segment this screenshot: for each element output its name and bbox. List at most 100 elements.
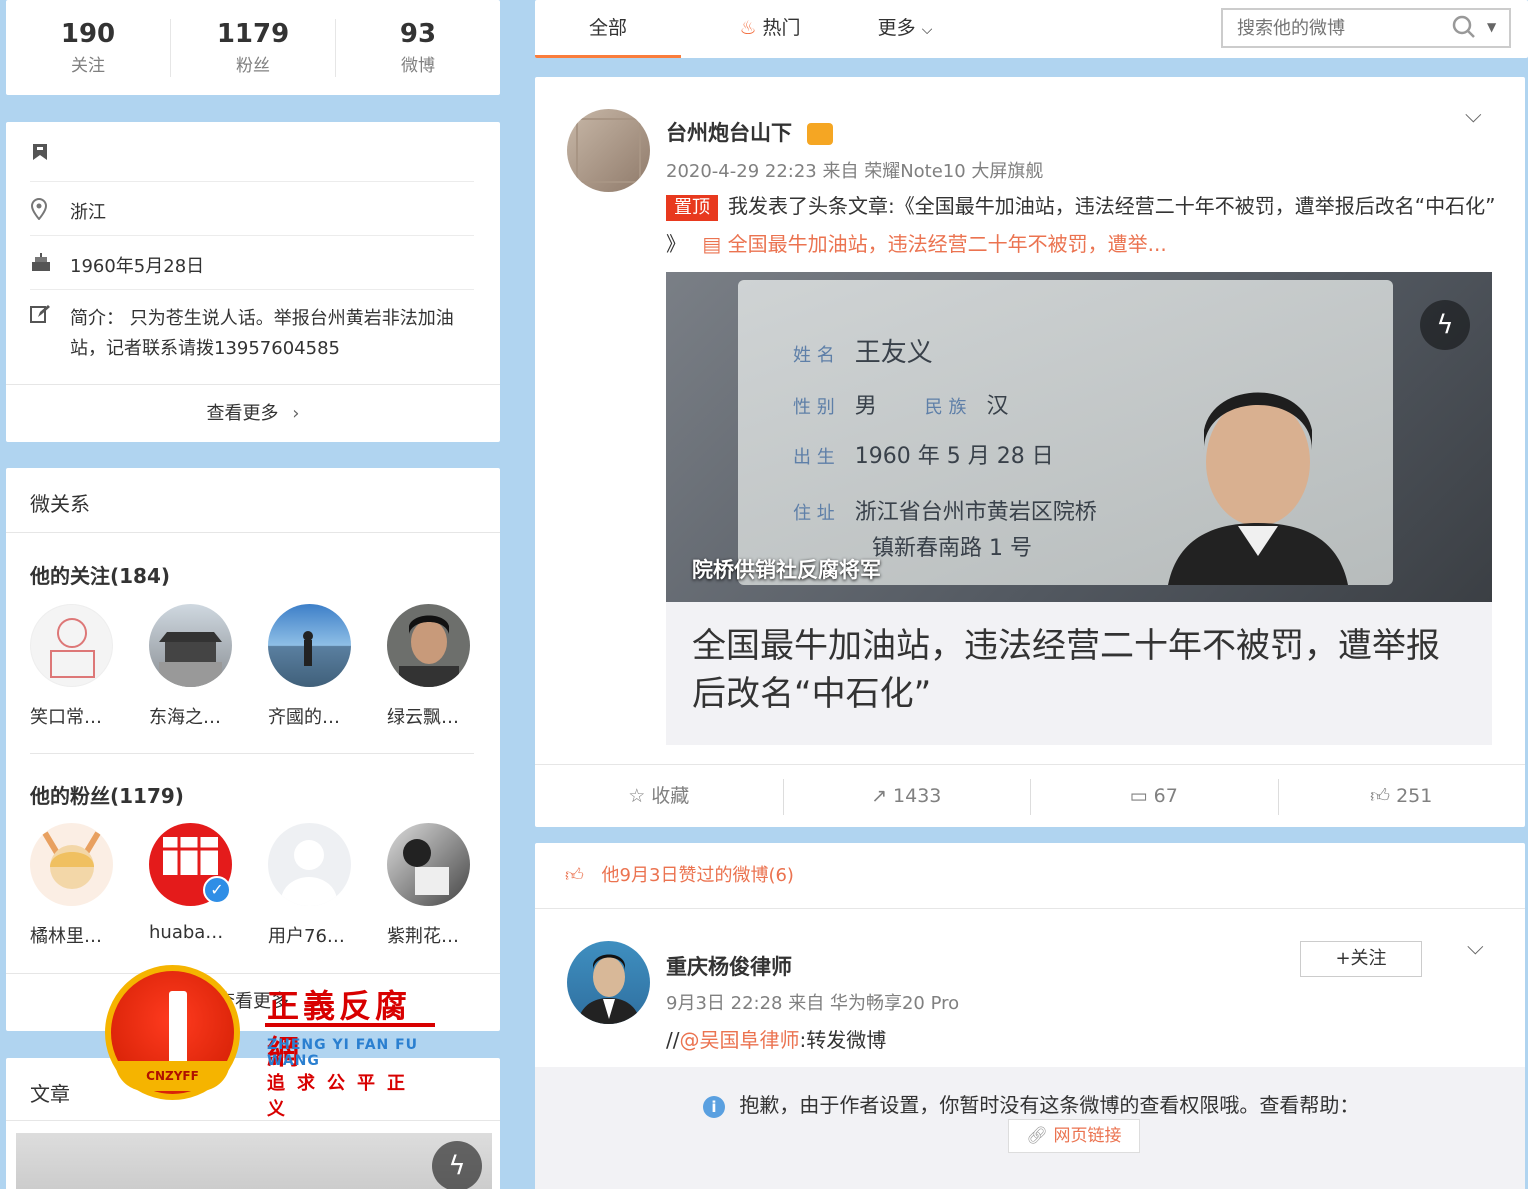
liked-posts-header[interactable]: 👍︎ 他9月3日赞过的微博(6) <box>535 843 1525 909</box>
user-name: 东海之… <box>149 707 221 728</box>
cake-icon <box>30 252 70 289</box>
user-name: 绿云飘… <box>387 707 459 728</box>
link-icon: 🔗︎ <box>1026 1126 1049 1146</box>
fan-user[interactable]: 用户76… <box>268 823 351 948</box>
notice-text: 抱歉，由于作者设置，你暂时没有这条微博的查看权限哦。查看帮助： <box>739 1093 1360 1117</box>
repost-text: :转发微博 <box>799 1028 887 1052</box>
favorite-button[interactable]: ☆ 收藏 <box>535 765 783 827</box>
follow-button[interactable]: +关注 <box>1300 941 1422 977</box>
pinned-badge: 置顶 <box>666 195 718 221</box>
post-author-avatar[interactable] <box>567 109 650 192</box>
profile-row-location: 浙江 <box>30 192 474 236</box>
id-value: 1960 年 5 月 28 日 <box>854 444 1054 469</box>
tab-more-label: 更多 <box>877 17 916 39</box>
article-link-text: 全国最牛加油站，违法经营二十年不被罚，遭举... <box>727 232 1167 256</box>
search-icon[interactable] <box>1451 14 1477 44</box>
repost-count: 1433 <box>893 785 942 807</box>
weibo-post: 台州炮台山下 2020-4-29 22:23 来自 荣耀Note10 大屏旗舰 … <box>535 77 1525 827</box>
stat-posts[interactable]: 93 微博 <box>336 19 500 77</box>
following-heading[interactable]: 他的关注(184) <box>30 560 170 589</box>
comment-button[interactable]: ▭ 67 <box>1030 765 1278 827</box>
star-icon: ☆ <box>628 785 646 807</box>
user-name: 用户76… <box>268 926 345 947</box>
id-key: 姓 名 <box>793 345 835 366</box>
watermark-underline <box>265 1023 435 1027</box>
search-input[interactable] <box>1223 10 1433 46</box>
id-field-address: 住 址浙江省台州市黄岩区院桥 <box>793 494 1097 526</box>
stat-fans[interactable]: 1179 粉丝 <box>171 18 336 77</box>
id-value: 男 <box>854 394 877 419</box>
liked-posts-label: 他9月3日赞过的微博(6) <box>601 865 794 886</box>
tab-hot[interactable]: ♨ 热门 <box>715 0 825 58</box>
vip-crown-icon[interactable] <box>807 123 834 145</box>
following-user[interactable]: 绿云飘… <box>387 604 470 729</box>
lightning-icon: ϟ <box>1420 300 1470 350</box>
following-user[interactable]: 笑口常… <box>30 604 113 729</box>
following-user[interactable]: 东海之… <box>149 604 232 729</box>
id-portrait <box>1158 370 1358 585</box>
avatar <box>149 604 232 687</box>
fan-user[interactable]: ✓ huaba… <box>149 823 232 948</box>
favorite-label: 收藏 <box>651 785 690 807</box>
article-thumbnail[interactable]: ϟ <box>16 1133 492 1189</box>
fans-list: 橘林里… ✓ huaba… 用户76… 紫荆花… <box>30 823 470 948</box>
id-field-birth: 出 生 1960 年 5 月 28 日 <box>793 438 1054 470</box>
article-link[interactable]: ▤ 全国最牛加油站，违法经营二十年不被罚，遭举... <box>702 232 1166 256</box>
fire-icon: ♨ <box>739 17 757 39</box>
birthday-text: 1960年5月28日 <box>70 256 205 277</box>
avatar <box>30 604 113 687</box>
id-field-address-2: 镇新春南路 1 号 <box>872 536 1032 561</box>
profile-row-bio: 简介： 只为苍生说人话。举报台州黄岩非法加油站，记者联系请拨1395760458… <box>30 300 474 370</box>
post-menu-chevron-icon[interactable]: ⌵ <box>1467 935 1484 960</box>
stats-card: 190 关注 1179 粉丝 93 微博 <box>6 0 500 95</box>
chevron-right-icon: › <box>292 403 300 424</box>
stat-label: 微博 <box>401 56 435 76</box>
fan-user[interactable]: 橘林里… <box>30 823 113 948</box>
post-author-avatar[interactable] <box>567 941 650 1024</box>
mention-link[interactable]: @吴国阜律师 <box>679 1028 799 1052</box>
fan-user[interactable]: 紫荆花… <box>387 823 470 948</box>
cover-caption: 院桥供销社反腐将军 <box>692 558 881 582</box>
stat-number: 93 <box>399 19 437 49</box>
repost-button[interactable]: ↗ 1433 <box>782 765 1031 827</box>
id-card-photo: 姓 名王友义 性 别男 民 族汉 出 生 1960 年 5 月 28 日 住 址浙江… <box>738 280 1393 585</box>
id-key: 民 族 <box>924 397 967 418</box>
thumbs-up-icon: 👍︎ <box>1370 785 1391 807</box>
web-link-button[interactable]: 🔗︎ 网页链接 <box>1008 1119 1140 1153</box>
following-user[interactable]: 齐國的… <box>268 604 351 729</box>
stat-label: 关注 <box>71 56 105 76</box>
post-author-name[interactable]: 重庆杨俊律师 <box>666 951 792 981</box>
web-link-label: 网页链接 <box>1053 1126 1122 1146</box>
stat-number: 1179 <box>216 19 290 49</box>
watermark-logo: CNZYFF 正義反腐網 ZHENG YI FAN FU WANG 追求公平正义 <box>105 965 445 1120</box>
user-name: huaba… <box>149 922 224 943</box>
like-button[interactable]: 👍︎ 251 <box>1277 765 1526 827</box>
avatar <box>387 604 470 687</box>
post-meta[interactable]: 9月3日 22:28 来自 华为畅享20 Pro <box>666 989 959 1015</box>
avatar-placeholder <box>268 823 351 906</box>
user-name: 橘林里… <box>30 926 102 947</box>
caret-down-icon[interactable]: ▼ <box>1487 20 1496 34</box>
post-text: //@吴国阜律师:转发微博 <box>666 1021 886 1059</box>
profile-more-link[interactable]: 查看更多 › <box>6 384 500 442</box>
tab-more[interactable]: 更多 ⌵ <box>860 0 950 58</box>
badge-ribbon: CNZYFF <box>115 1061 230 1091</box>
id-field-sex: 性 别男 民 族汉 <box>793 388 1009 420</box>
post-meta[interactable]: 2020-4-29 22:23 来自 荣耀Note10 大屏旗舰 <box>666 157 1043 183</box>
location-pin-icon <box>30 197 70 235</box>
article-card[interactable]: 姓 名王友义 性 别男 民 族汉 出 生 1960 年 5 月 28 日 住 址浙江… <box>666 272 1492 745</box>
article-icon: ▤ <box>702 232 722 256</box>
follow-label: +关注 <box>1335 948 1387 969</box>
location-text: 浙江 <box>70 202 106 223</box>
share-icon: ↗ <box>871 785 887 807</box>
search-box: ▼ <box>1221 8 1511 48</box>
fans-heading[interactable]: 他的粉丝(1179) <box>30 780 184 809</box>
post-menu-chevron-icon[interactable]: ⌵ <box>1465 103 1482 128</box>
profile-row-birthday: 1960年5月28日 <box>30 246 474 290</box>
post-actions: ☆ 收藏 ↗ 1433 ▭ 67 👍︎ 251 <box>535 764 1525 827</box>
stat-following[interactable]: 190 关注 <box>6 18 171 77</box>
user-name: 笑口常… <box>30 707 102 728</box>
repost-prefix: // <box>666 1028 680 1052</box>
tab-all[interactable]: 全部 <box>535 0 681 58</box>
post-author-name[interactable]: 台州炮台山下 <box>666 117 834 147</box>
